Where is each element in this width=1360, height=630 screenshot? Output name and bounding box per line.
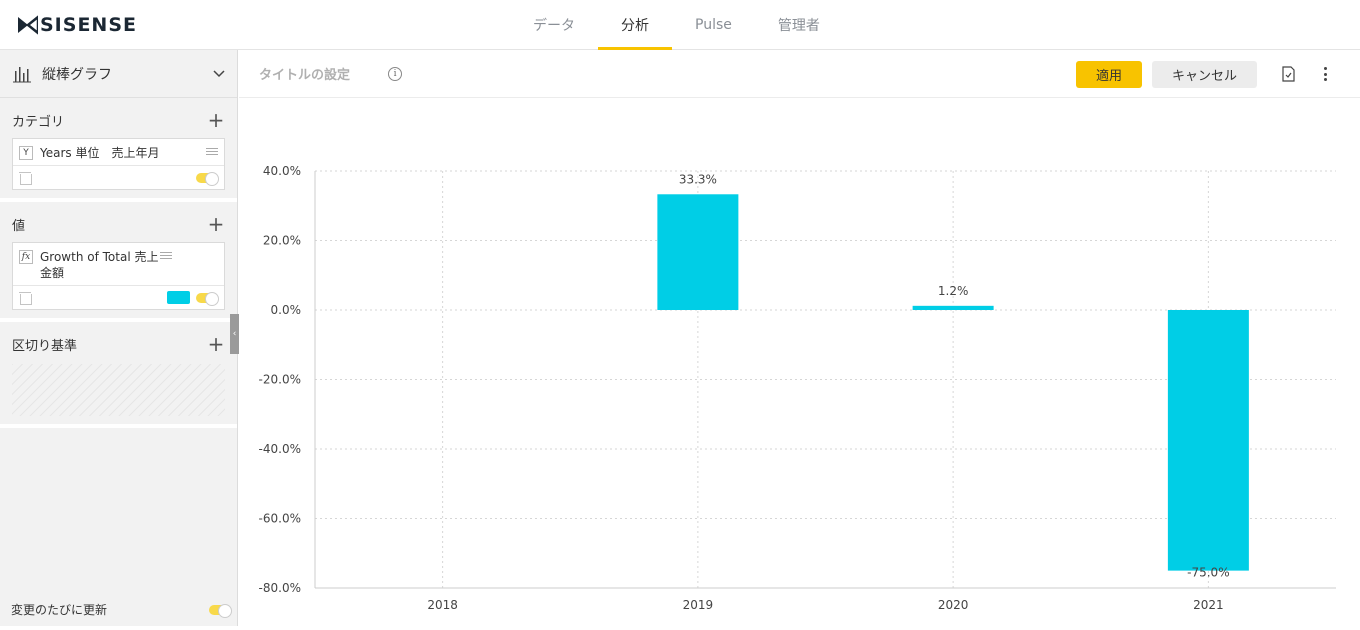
category-field-card[interactable]: Y Years 単位 売上年月: [12, 138, 225, 190]
chart-type-selector[interactable]: 縦棒グラフ: [0, 50, 237, 98]
value-field-label[interactable]: Growth of Total 売上金額: [40, 249, 160, 281]
chevron-down-icon[interactable]: [213, 69, 225, 78]
data-label: -75.0%: [1187, 566, 1229, 580]
cancel-button[interactable]: キャンセル: [1152, 61, 1257, 88]
logo-text: SISENSE: [40, 14, 137, 36]
sisense-logo[interactable]: SISENSE: [18, 14, 137, 36]
y-tick-label: -80.0%: [259, 581, 301, 595]
top-navigation-bar: SISENSE データ 分析 Pulse 管理者: [0, 0, 1360, 50]
breakby-section: 区切り基準 +: [0, 322, 237, 428]
widget-main-area: タイトルの設定 i 適用 キャンセル 40.0% 20.0% 0.0% -20.0% -…: [239, 50, 1360, 630]
widget-title-bar: タイトルの設定 i 適用 キャンセル: [239, 50, 1360, 98]
nav-tab-3[interactable]: 管理者: [755, 0, 843, 50]
formula-icon: fx: [19, 250, 33, 264]
values-section: 値 + fx Growth of Total 売上金額: [0, 202, 237, 322]
category-section: カテゴリ + Y Years 単位 売上年月: [0, 98, 237, 202]
x-tick-label: 2020: [938, 598, 969, 612]
breakby-dropzone[interactable]: [12, 364, 225, 416]
column-chart-icon: [13, 66, 31, 82]
y-tick-label: 20.0%: [263, 234, 301, 248]
column-chart: 40.0% 20.0% 0.0% -20.0% -40.0% -60.0% -80.0% 20…: [259, 164, 1336, 630]
data-label: 1.2%: [938, 284, 969, 298]
more-options-icon[interactable]: [1319, 66, 1331, 82]
value-field-card[interactable]: fx Growth of Total 売上金額: [12, 242, 225, 310]
bar: [912, 305, 994, 310]
auto-update-row: 変更のたびに更新: [11, 601, 232, 618]
trash-icon[interactable]: [19, 291, 32, 305]
category-toggle[interactable]: [196, 171, 219, 186]
breakby-title: 区切り基準: [12, 338, 78, 354]
x-tick-label: 2018: [427, 598, 458, 612]
nav-tab-0[interactable]: データ: [510, 0, 598, 50]
add-value-button[interactable]: +: [207, 214, 225, 234]
y-tick-label: -40.0%: [259, 442, 301, 456]
add-category-button[interactable]: +: [207, 110, 225, 130]
bar: [1167, 310, 1249, 571]
date-field-icon: Y: [19, 146, 33, 160]
main-nav-tabs: データ 分析 Pulse 管理者: [510, 0, 843, 50]
auto-update-toggle[interactable]: [209, 603, 232, 618]
y-tick-label: 0.0%: [271, 303, 302, 317]
widget-title-input[interactable]: タイトルの設定: [259, 64, 350, 83]
sisense-logo-icon: [18, 15, 38, 35]
values-title: 値: [12, 218, 26, 234]
add-breakby-button[interactable]: +: [207, 334, 225, 354]
bar: [657, 194, 739, 310]
category-field-label[interactable]: Years 単位 売上年月: [40, 145, 206, 161]
chart-type-label: 縦棒グラフ: [42, 66, 112, 83]
trash-icon[interactable]: [19, 171, 32, 185]
drag-handle-icon[interactable]: [160, 252, 172, 259]
y-tick-label: 40.0%: [263, 164, 301, 178]
category-title: カテゴリ: [12, 114, 65, 130]
nav-tab-2[interactable]: Pulse: [672, 0, 755, 50]
collapse-panel-handle[interactable]: ‹: [230, 314, 239, 354]
x-tick-label: 2019: [683, 598, 714, 612]
nav-tab-1[interactable]: 分析: [598, 0, 672, 50]
value-toggle[interactable]: [196, 291, 219, 306]
series-color-swatch[interactable]: [167, 291, 190, 304]
data-label: 33.3%: [679, 172, 717, 186]
info-icon[interactable]: i: [388, 66, 403, 81]
y-tick-label: -60.0%: [259, 512, 301, 526]
y-tick-label: -20.0%: [259, 373, 301, 387]
export-file-icon[interactable]: [1282, 66, 1295, 82]
widget-design-panel: 縦棒グラフ カテゴリ + Y Years 単位 売上年月 値 + fx Grow…: [0, 50, 238, 626]
auto-update-label: 変更のたびに更新: [11, 603, 108, 617]
apply-button[interactable]: 適用: [1076, 61, 1142, 88]
x-tick-label: 2021: [1193, 598, 1224, 612]
drag-handle-icon[interactable]: [206, 148, 218, 155]
